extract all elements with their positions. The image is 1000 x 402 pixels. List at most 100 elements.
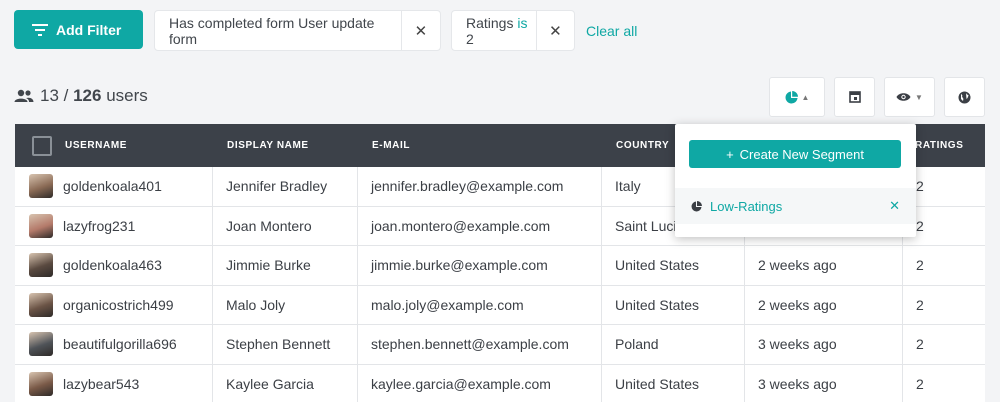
username-text[interactable]: beautifulgorilla696 (63, 336, 177, 352)
cell-rating: 2 (902, 285, 985, 324)
username-text[interactable]: goldenkoala463 (63, 257, 162, 273)
cell-email: jennifer.bradley@example.com (357, 167, 601, 206)
avatar (29, 253, 53, 278)
cell-display: Stephen Bennett (212, 325, 357, 364)
email-text: jennifer.bradley@example.com (371, 178, 564, 195)
display-text: Stephen Bennett (226, 336, 331, 353)
cell-country: United States (601, 364, 744, 402)
visibility-button[interactable]: ▼ (884, 77, 935, 117)
cell-rating: 2 (902, 364, 985, 402)
country-text: United States (615, 296, 700, 313)
avatar (29, 292, 53, 317)
rating-text: 2 (916, 217, 924, 234)
segment-item-label: Low-Ratings (710, 198, 783, 214)
rating-text: 2 (916, 375, 924, 392)
cell-time: 2 weeks ago (744, 246, 902, 285)
filter-icon (32, 23, 48, 36)
username-text[interactable]: organicostrich499 (63, 297, 174, 313)
cell-display: Malo Joly (212, 285, 357, 324)
cell-rating: 2 (902, 246, 985, 285)
display-text: Malo Joly (226, 296, 286, 313)
segment-pie-icon (691, 200, 702, 211)
header-email[interactable]: E-MAIL (372, 124, 410, 167)
create-segment-button[interactable]: + Create New Segment (689, 140, 901, 168)
username-text[interactable]: lazybear543 (63, 376, 139, 392)
users-icon (14, 89, 34, 102)
filter-chip-form[interactable]: Has completed form User update form ✕ (154, 10, 441, 51)
filter-chip-ratings[interactable]: Ratings is 2 ✕ (451, 10, 575, 51)
display-text: Jennifer Bradley (226, 178, 328, 195)
table-row[interactable]: lazybear543 Kaylee Garcia kaylee.garcia@ex… (15, 364, 985, 402)
globe-icon (958, 91, 971, 103)
username-text[interactable]: lazyfrog231 (63, 218, 135, 234)
country-text: United States (615, 375, 700, 392)
plus-icon: + (726, 146, 734, 162)
header-country[interactable]: COUNTRY (616, 124, 669, 167)
cell-email: kaylee.garcia@example.com (357, 364, 601, 402)
country-text: United States (615, 257, 700, 274)
cell-username: beautifulgorilla696 (15, 325, 212, 364)
cell-email: stephen.bennett@example.com (357, 325, 601, 364)
user-count: 13 / 126 users (14, 86, 148, 106)
cell-username: goldenkoala463 (15, 246, 212, 285)
add-filter-button[interactable]: Add Filter (14, 10, 143, 49)
username-text[interactable]: goldenkoala401 (63, 178, 162, 194)
cell-username: organicostrich499 (15, 286, 212, 325)
header-username[interactable]: USERNAME (65, 124, 127, 167)
cell-username: goldenkoala401 (15, 167, 212, 206)
cell-display: Jimmie Burke (212, 246, 357, 285)
columns-button[interactable] (834, 77, 875, 117)
email-text: jimmie.burke@example.com (371, 257, 548, 274)
caret-down-icon: ▼ (915, 92, 923, 102)
cell-country: United States (601, 285, 744, 324)
avatar (29, 371, 53, 396)
create-segment-label: Create New Segment (739, 146, 864, 162)
display-text: Kaylee Garcia (226, 375, 314, 392)
table-row[interactable]: organicostrich499 Malo Joly malo.joly@exam… (15, 285, 985, 325)
cell-rating: 2 (902, 325, 985, 364)
time-text: 3 weeks ago (758, 375, 837, 392)
email-text: kaylee.garcia@example.com (371, 375, 551, 392)
filter-chip-text: Has completed form User update form (169, 14, 375, 47)
cell-time: 3 weeks ago (744, 364, 902, 402)
cell-display: Joan Montero (212, 206, 357, 245)
rating-text: 2 (916, 257, 924, 274)
segments-button[interactable]: ▲ (769, 77, 825, 117)
display-text: Joan Montero (226, 217, 312, 234)
remove-filter-icon[interactable]: ✕ (535, 11, 574, 50)
clear-all-link[interactable]: Clear all (586, 23, 637, 39)
country-text: Saint Lucia (615, 217, 685, 234)
segment-pie-icon (785, 90, 798, 103)
cell-email: jimmie.burke@example.com (357, 246, 601, 285)
header-display-name[interactable]: DISPLAY NAME (227, 124, 309, 167)
time-text: 2 weeks ago (758, 296, 837, 313)
columns-icon (848, 91, 861, 103)
cell-display: Kaylee Garcia (212, 364, 357, 402)
header-ratings[interactable]: RATINGS (915, 124, 963, 167)
select-all-checkbox[interactable] (32, 135, 52, 156)
rating-text: 2 (916, 178, 924, 195)
remove-segment-icon[interactable]: ✕ (889, 198, 900, 214)
segments-dropdown: + Create New Segment Low-Ratings ✕ (675, 124, 916, 237)
segment-item-low-ratings[interactable]: Low-Ratings ✕ (675, 188, 916, 224)
remove-filter-icon[interactable]: ✕ (400, 11, 440, 50)
cell-email: joan.montero@example.com (357, 206, 601, 245)
email-text: joan.montero@example.com (371, 217, 551, 234)
time-text: 2 weeks ago (758, 257, 837, 274)
cell-username: lazybear543 (15, 365, 212, 402)
country-text: Poland (615, 336, 659, 353)
table-row[interactable]: goldenkoala463 Jimmie Burke jimmie.burke@e… (15, 246, 985, 286)
table-row[interactable]: beautifulgorilla696 Stephen Bennett stephe… (15, 325, 985, 365)
cell-username: lazyfrog231 (15, 207, 212, 246)
eye-icon (896, 93, 911, 101)
email-text: stephen.bennett@example.com (371, 336, 569, 353)
globe-button[interactable] (944, 77, 985, 117)
display-text: Jimmie Burke (226, 257, 311, 274)
add-filter-label: Add Filter (56, 21, 122, 38)
country-text: Italy (615, 178, 641, 195)
avatar (29, 332, 53, 357)
avatar (29, 213, 53, 238)
cell-time: 3 weeks ago (744, 325, 902, 364)
avatar (29, 174, 53, 199)
cell-time: 2 weeks ago (744, 285, 902, 324)
